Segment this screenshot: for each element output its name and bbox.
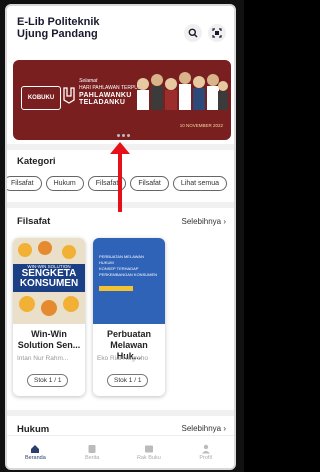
filsafat-title: Filsafat: [17, 216, 51, 227]
nav-profil[interactable]: Profil: [181, 444, 231, 461]
book-author: Eko Rial Nugroho: [97, 355, 148, 362]
search-icon: [188, 28, 198, 38]
bookshelf-icon: [144, 445, 153, 452]
hero-logo-icon: [63, 86, 75, 107]
annotation-arrow: [118, 146, 122, 212]
cover-stripe: [99, 286, 133, 291]
nav-label: Berita: [84, 454, 100, 461]
cover-text: WIN-WIN SOLUTION SENGKETA KONSUMEN: [15, 264, 83, 289]
app-title: E-Lib Politeknik Ujung Pandang: [17, 16, 157, 40]
hukum-see-more[interactable]: Selebihnya ›: [182, 424, 227, 433]
chip-hukum[interactable]: Hukum: [45, 176, 84, 191]
carousel-indicator: [117, 134, 130, 137]
nav-label: Rak Buku: [136, 454, 161, 461]
see-more-label: Selebihnya: [181, 424, 222, 433]
app-screen: E-Lib Politeknik Ujung Pandang KOBUKU Se…: [5, 4, 236, 470]
nav-label: Beranda: [24, 454, 46, 461]
nav-label: Profil: [199, 454, 212, 461]
nav-berita[interactable]: Berita: [67, 444, 117, 461]
chevron-right-icon: ›: [223, 424, 226, 433]
filsafat-see-more[interactable]: Selebihnya ›: [182, 217, 227, 226]
news-icon: [88, 444, 96, 453]
app-header: E-Lib Politeknik Ujung Pandang: [7, 6, 234, 58]
hukum-title: Hukum: [17, 424, 50, 435]
app-title-line2: Ujung Pandang: [17, 28, 98, 40]
cover-line1: PERBUATAN MELAWAN HUKUM: [99, 254, 144, 265]
see-more-label: Selebihnya: [181, 217, 222, 226]
chip-filsafat[interactable]: Filsafat: [7, 176, 42, 191]
nav-beranda[interactable]: Beranda: [10, 444, 60, 461]
chip-see-all[interactable]: Lihat semua: [172, 176, 228, 191]
chevron-right-icon: ›: [223, 217, 226, 226]
carousel-dot: [122, 134, 125, 137]
promo-banner[interactable]: KOBUKU Selamat HARI PAHLAWAN TERPUJI PAH…: [13, 60, 231, 140]
chip-filsafat[interactable]: Filsafat: [130, 176, 169, 191]
book-title: Win-Win Solution Sen...: [17, 329, 81, 350]
book-cover: WIN-WIN SOLUTION SENGKETA KONSUMEN: [13, 238, 85, 324]
stock-badge: Stok 1 / 1: [27, 374, 69, 387]
search-button[interactable]: [184, 24, 202, 42]
book-card[interactable]: PERBUATAN MELAWAN HUKUM KONSEP TERHADAP …: [93, 238, 165, 396]
category-chips: Filsafat Hukum Filsafat Filsafat Lihat s…: [7, 176, 228, 191]
home-icon: [31, 444, 40, 453]
user-icon: [201, 444, 210, 453]
bottom-nav: Beranda Berita Rak Buku Profil: [7, 435, 234, 468]
cover-line3: PERKEMBANGAN KONSUMEN: [99, 272, 158, 277]
cover-text: PERBUATAN MELAWAN HUKUM KONSEP TERHADAP …: [99, 254, 159, 278]
kategori-title: Kategori: [17, 156, 56, 167]
phone-frame: E-Lib Politeknik Ujung Pandang KOBUKU Se…: [0, 0, 244, 472]
nav-rak-buku[interactable]: Rak Buku: [124, 444, 174, 461]
book-author: Intan Nur Rahm...: [17, 355, 69, 362]
heroes-illustration: [137, 72, 228, 110]
carousel-dot: [127, 134, 130, 137]
cover-line3: KONSUMEN: [19, 278, 79, 289]
scan-button[interactable]: [208, 24, 226, 42]
stock-badge: Stok 1 / 1: [107, 374, 149, 387]
book-cover: PERBUATAN MELAWAN HUKUM KONSEP TERHADAP …: [93, 238, 165, 324]
section-divider: [7, 410, 234, 416]
banner-brand: KOBUKU: [21, 86, 61, 110]
app-title-line1: E-Lib Politeknik: [17, 16, 100, 28]
scan-icon: [212, 28, 222, 38]
banner-date: 10 NOVEMBER 2022: [179, 123, 223, 128]
book-card[interactable]: WIN-WIN SOLUTION SENGKETA KONSUMEN Win-W…: [13, 238, 85, 396]
carousel-dot: [117, 134, 120, 137]
